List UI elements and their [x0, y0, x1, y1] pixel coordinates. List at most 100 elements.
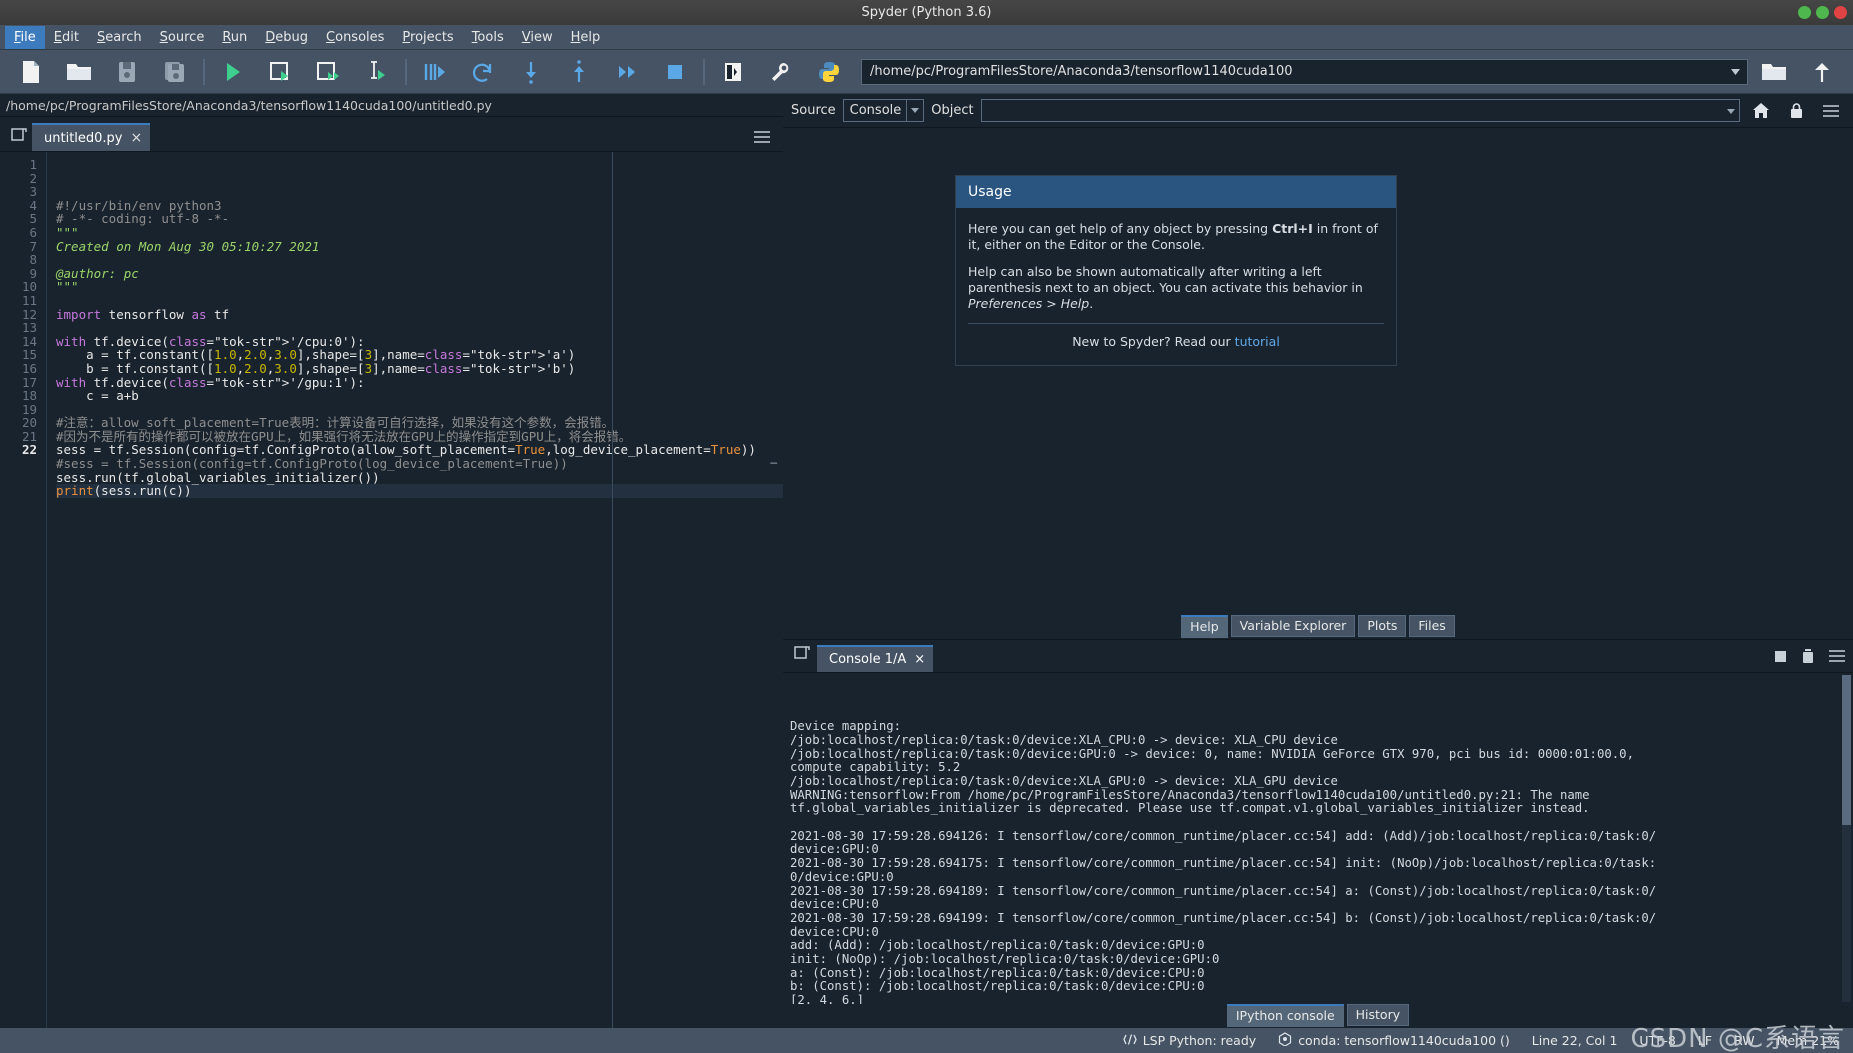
line-number: 22: [21, 442, 37, 458]
usage-footer-text: New to Spyder? Read our: [1072, 334, 1235, 349]
tab-help[interactable]: Help: [1181, 614, 1228, 638]
debug-step-over-icon[interactable]: [603, 52, 651, 92]
help-options-menu-icon[interactable]: [1817, 98, 1845, 124]
line-number: 6: [29, 224, 37, 240]
line-number: 5: [29, 211, 37, 227]
memory-status: Mem 21%: [1776, 1033, 1839, 1048]
preferences-icon[interactable]: [757, 52, 805, 92]
tab-variable-explorer[interactable]: Variable Explorer: [1230, 615, 1356, 637]
code-line: """: [56, 279, 79, 295]
lsp-status-text: LSP Python: ready: [1142, 1033, 1257, 1048]
chevron-down-icon[interactable]: [1727, 60, 1743, 84]
line-number: 11: [21, 292, 37, 308]
home-icon[interactable]: [1747, 98, 1775, 124]
usage-paragraph-2: Help can also be shown automatically aft…: [968, 264, 1384, 312]
code-line: sess.run(tf.global_variables_initializer…: [56, 469, 380, 485]
console-tab-1A[interactable]: Console 1/A ×: [817, 645, 934, 672]
console-line: device:CPU:0: [790, 924, 879, 939]
console-scrollbar[interactable]: [1842, 675, 1851, 1002]
usage-p2-a: Help can also be shown automatically aft…: [968, 264, 1363, 295]
code-editor[interactable]: 1 2 3 4 5 6 7 8 9 10 11 12 13 14 15 16 17 18 19 20 21 22 #!/u…: [0, 151, 783, 1028]
menu-edit[interactable]: Edit: [45, 26, 88, 49]
debug-step-into-icon[interactable]: [507, 52, 555, 92]
tab-ipython-console[interactable]: IPython console: [1226, 1003, 1344, 1027]
close-icon[interactable]: ×: [914, 652, 925, 667]
maximize-button[interactable]: [1816, 6, 1829, 19]
main-toolbar: /home/pc/ProgramFilesStore/Anaconda3/ten…: [0, 50, 1853, 94]
help-pane-tabs: Help Variable Explorer Plots Files: [783, 614, 1853, 639]
console-line: WARNING:tensorflow:From /home/pc/Program…: [790, 787, 1590, 802]
help-source-combo[interactable]: Console: [842, 99, 925, 122]
lsp-status: LSP Python: ready: [1122, 1033, 1257, 1049]
parent-directory-icon[interactable]: [1798, 52, 1846, 92]
debug-continue-icon[interactable]: [459, 52, 507, 92]
console-output[interactable]: Device mapping:/job:localhost/replica:0/…: [783, 672, 1853, 1004]
tutorial-link[interactable]: tutorial: [1235, 334, 1280, 349]
debug-step-return-icon[interactable]: [555, 52, 603, 92]
run-cell-icon[interactable]: [257, 52, 305, 92]
debug-stop-icon[interactable]: [651, 52, 699, 92]
menu-help[interactable]: Help: [562, 26, 610, 49]
menu-source[interactable]: Source: [151, 26, 214, 49]
menu-run[interactable]: Run: [213, 26, 256, 49]
help-object-label: Object: [931, 103, 974, 118]
console-line: 2021-08-30 17:59:28.694175: I tensorflow…: [790, 856, 1657, 871]
menu-search[interactable]: Search: [88, 26, 151, 49]
menu-file[interactable]: File: [5, 25, 45, 49]
eol-status: LF: [1697, 1033, 1713, 1048]
close-icon[interactable]: ×: [131, 131, 143, 145]
help-toolbar: Source Console Object: [783, 94, 1853, 127]
minimize-button[interactable]: [1798, 6, 1811, 19]
browse-tabs-icon[interactable]: [6, 119, 32, 149]
menu-view[interactable]: View: [513, 26, 562, 49]
browse-directory-icon[interactable]: [1750, 52, 1798, 92]
code-line: #!/usr/bin/env python3: [56, 197, 222, 213]
stop-console-icon[interactable]: [1774, 650, 1787, 667]
chevron-down-icon[interactable]: [1727, 103, 1735, 118]
help-object-input[interactable]: [980, 99, 1740, 122]
menu-projects[interactable]: Projects: [393, 26, 462, 49]
new-file-icon[interactable]: [7, 52, 55, 92]
usage-card: Usage Here you can get help of any objec…: [955, 175, 1397, 366]
save-file-icon[interactable]: [103, 52, 151, 92]
save-all-icon[interactable]: [151, 52, 199, 92]
working-directory-combo[interactable]: /home/pc/ProgramFilesStore/Anaconda3/ten…: [861, 58, 1748, 85]
editor-tab-label: untitled0.py: [44, 130, 123, 146]
line-number: 16: [21, 360, 37, 376]
debug-file-icon[interactable]: [411, 52, 459, 92]
usage-footer: New to Spyder? Read our tutorial: [968, 334, 1384, 350]
lock-icon[interactable]: [1782, 98, 1810, 124]
editor-tab-untitled0[interactable]: untitled0.py ×: [32, 123, 151, 151]
tab-history[interactable]: History: [1346, 1004, 1410, 1026]
code-content[interactable]: #!/usr/bin/env python3 # -*- coding: utf-…: [47, 152, 783, 1028]
menu-debug[interactable]: Debug: [256, 26, 317, 49]
readwrite-status: RW: [1734, 1033, 1755, 1048]
python-path-icon[interactable]: [805, 52, 853, 92]
editor-options-menu-icon[interactable]: [753, 128, 771, 146]
toolbar-separator: [703, 58, 705, 85]
code-line: with tf.device(class="tok-str">'/cpu:0')…: [56, 333, 365, 349]
chevron-down-icon[interactable]: [906, 100, 920, 121]
open-file-icon[interactable]: [55, 52, 103, 92]
console-pane: Console 1/A × Device mapping: /job:local…: [783, 639, 1853, 1028]
scroll-marker: ─: [770, 457, 777, 470]
run-cell-advance-icon[interactable]: [305, 52, 353, 92]
line-number: 14: [21, 333, 37, 349]
help-content: Usage Here you can get help of any objec…: [783, 127, 1853, 615]
close-button[interactable]: [1834, 6, 1847, 19]
browse-consoles-icon[interactable]: [789, 637, 815, 667]
menu-consoles[interactable]: Consoles: [317, 26, 393, 49]
tab-plots[interactable]: Plots: [1358, 615, 1407, 637]
console-line: device:CPU:0: [790, 897, 879, 912]
maximize-pane-icon[interactable]: [709, 52, 757, 92]
line-number: 7: [29, 238, 37, 254]
console-options-menu-icon[interactable]: [1829, 650, 1845, 666]
usage-p1-a: Here you can get help of any object by p…: [968, 221, 1273, 236]
status-bar: LSP Python: ready conda: tensorflow1140c…: [0, 1024, 1853, 1053]
remove-console-icon[interactable]: [1801, 648, 1815, 668]
run-selection-icon[interactable]: [353, 52, 401, 92]
tab-files[interactable]: Files: [1409, 615, 1455, 637]
run-file-icon[interactable]: [209, 52, 257, 92]
menu-tools[interactable]: Tools: [463, 26, 513, 49]
